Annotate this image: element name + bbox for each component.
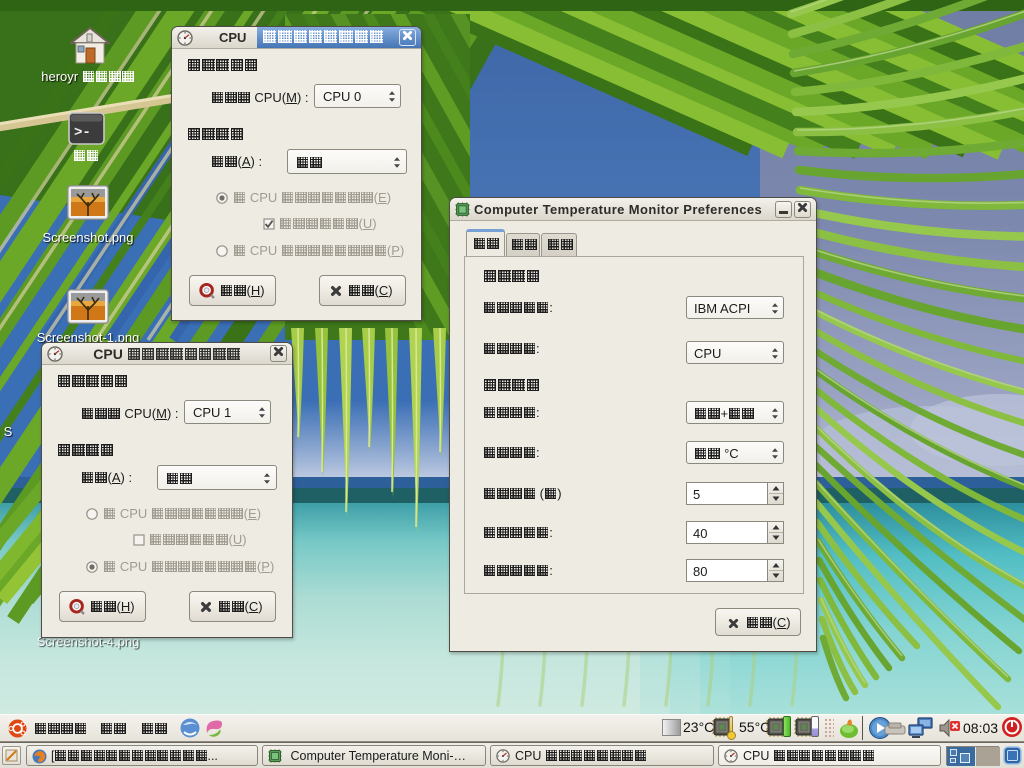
- svg-text:>-: >-: [74, 125, 91, 141]
